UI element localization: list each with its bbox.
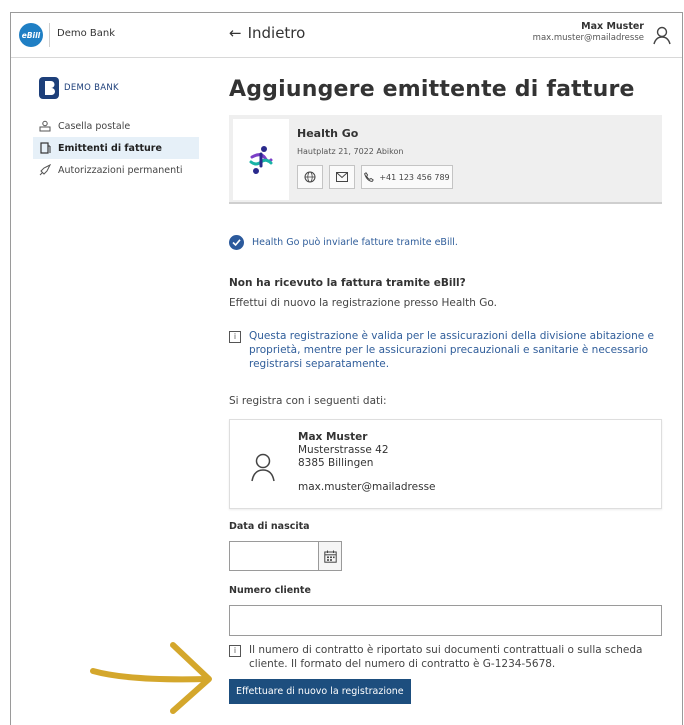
sidebar-item-invoice-issuers[interactable]: Emittenti di fatture (33, 137, 199, 159)
phone-icon (364, 172, 375, 182)
info-note-coverage: i Questa registrazione è valida per le a… (229, 329, 662, 371)
person-card: Max Muster Musterstrasse 42 8385 Billing… (229, 419, 662, 509)
top-bar: eBill Demo Bank ← Indietro Max Muster ma… (11, 13, 682, 58)
health-go-logo-icon (249, 145, 273, 174)
arrow-left-icon: ← (229, 24, 242, 42)
person-city: 8385 Billingen (298, 457, 374, 469)
birthdate-input[interactable] (229, 541, 319, 571)
calendar-button[interactable] (319, 541, 342, 571)
sidebar-item-label: Emittenti di fatture (58, 142, 162, 154)
mailbox-icon (39, 120, 51, 132)
info-icon: i (229, 645, 241, 657)
status-message: Health Go può inviarle fatture tramite e… (229, 235, 458, 250)
phone-number: +41 123 456 789 (379, 172, 450, 182)
person-name: Max Muster (298, 431, 368, 443)
demo-bank-logo: DEMO BANK (39, 77, 119, 99)
register-again-button[interactable]: Effettuare di nuovo la registrazione (229, 679, 411, 704)
question-title: Non ha ricevuto la fattura tramite eBill… (229, 277, 466, 289)
issuer-logo (233, 119, 289, 200)
person-street: Musterstrasse 42 (298, 444, 389, 456)
question-text: Effettui di nuovo la registrazione press… (229, 297, 498, 309)
data-intro: Si registra con i seguenti dati: (229, 395, 387, 407)
client-number-input[interactable] (229, 605, 662, 636)
arrow-right-icon (90, 642, 212, 714)
user-icon (251, 453, 275, 482)
sidebar-item-label: Casella postale (58, 120, 131, 132)
client-number-label: Numero cliente (229, 585, 311, 596)
bank-name: Demo Bank (57, 28, 116, 39)
bank-logo-icon (39, 77, 59, 99)
person-email: max.muster@mailadresse (298, 481, 436, 493)
person-details: Max Muster Musterstrasse 42 8385 Billing… (298, 431, 436, 494)
phone-button[interactable]: +41 123 456 789 (361, 165, 453, 189)
user-icon[interactable] (652, 25, 672, 45)
check-circle-icon (229, 235, 244, 250)
info-text: Questa registrazione è valida per le ass… (249, 330, 654, 370)
bank-logo-text: DEMO BANK (64, 83, 119, 93)
status-text: Health Go può inviarle fatture tramite e… (252, 237, 458, 248)
email-button[interactable] (329, 165, 355, 189)
sidebar-item-standing-authorizations[interactable]: Autorizzazioni permanenti (33, 159, 199, 181)
envelope-icon (336, 172, 348, 182)
info-icon: i (229, 331, 241, 343)
sidebar-item-mailbox[interactable]: Casella postale (33, 115, 199, 137)
issuer-address: Hautplatz 21, 7022 Abikon (297, 147, 404, 156)
app-window: eBill Demo Bank ← Indietro Max Muster ma… (10, 12, 683, 725)
info-note-contract-number: i Il numero di contratto è riportato sui… (229, 643, 659, 671)
ebill-logo: eBill (19, 23, 43, 47)
user-email: max.muster@mailadresse (532, 33, 644, 43)
issuer-name: Health Go (297, 127, 359, 140)
back-label: Indietro (247, 24, 306, 42)
rocket-icon (39, 164, 51, 176)
user-name: Max Muster (581, 21, 644, 32)
issuer-card: Health Go Hautplatz 21, 7022 Abikon +41 … (229, 115, 662, 204)
user-info[interactable]: Max Muster max.muster@mailadresse (533, 21, 644, 43)
calendar-icon (323, 550, 337, 563)
divider (49, 23, 50, 47)
page-title: Aggiungere emittente di fatture (229, 77, 635, 102)
website-button[interactable] (297, 165, 323, 189)
globe-icon (304, 171, 316, 183)
document-icon (40, 142, 51, 154)
sidebar-item-label: Autorizzazioni permanenti (58, 164, 183, 176)
back-link[interactable]: ← Indietro (229, 24, 305, 42)
birthdate-label: Data di nascita (229, 521, 310, 532)
info-text: Il numero di contratto è riportato sui d… (249, 644, 643, 670)
